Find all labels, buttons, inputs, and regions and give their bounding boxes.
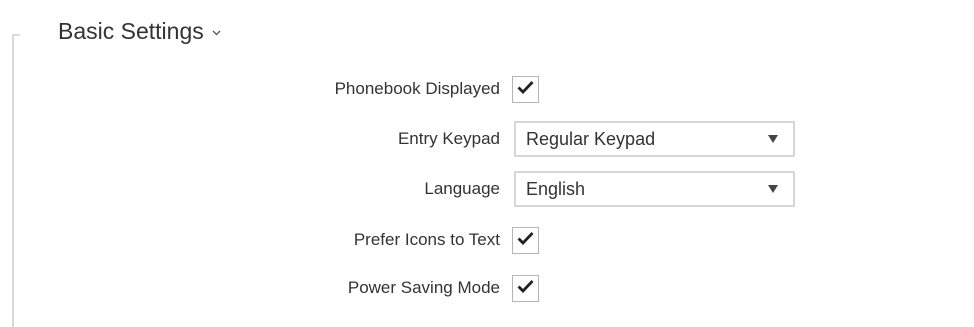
checkmark-icon [517,231,534,250]
row-power-saving: Power Saving Mode [0,270,974,306]
language-label: Language [424,179,500,198]
prefer-icons-checkbox[interactable] [512,227,539,254]
phonebook-displayed-label: Phonebook Displayed [334,79,500,98]
checkmark-icon [517,80,534,99]
power-saving-label: Power Saving Mode [347,278,500,297]
entry-keypad-select[interactable]: Regular Keypad [514,121,795,157]
row-language: Language English [0,171,974,207]
chevron-down-icon [212,30,221,36]
checkmark-icon [517,279,534,298]
section-border-corner [12,34,20,36]
section-title: Basic Settings [58,17,204,44]
row-entry-keypad: Entry Keypad Regular Keypad [0,121,974,157]
entry-keypad-value: Regular Keypad [526,128,656,149]
row-phonebook-displayed: Phonebook Displayed [0,71,974,107]
section-header-basic-settings[interactable]: Basic Settings [58,16,221,46]
row-prefer-icons: Prefer Icons to Text [0,222,974,258]
language-value: English [526,178,586,199]
caret-down-icon [767,185,779,193]
entry-keypad-label: Entry Keypad [397,129,500,148]
language-select[interactable]: English [514,171,795,207]
phonebook-displayed-checkbox[interactable] [512,76,539,103]
caret-down-icon [767,135,779,143]
power-saving-checkbox[interactable] [512,275,539,302]
prefer-icons-label: Prefer Icons to Text [353,230,500,249]
